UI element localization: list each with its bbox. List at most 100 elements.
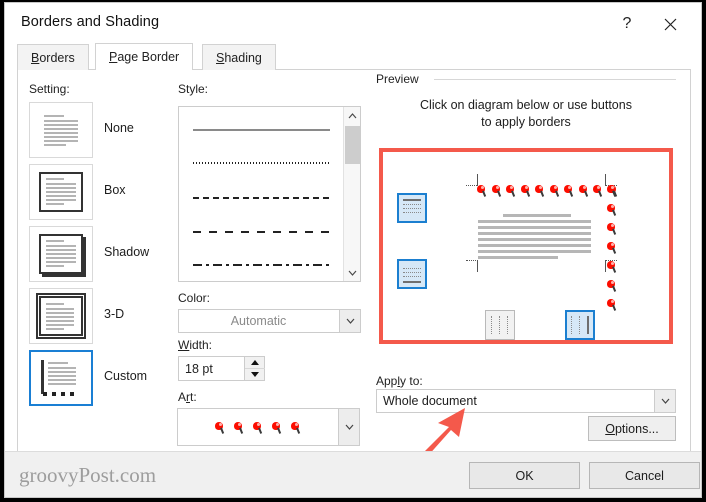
preview-title: Preview	[376, 72, 425, 86]
style-label: Style:	[178, 82, 209, 96]
page-preview-icon	[39, 110, 83, 150]
tab-borders[interactable]: Borders	[17, 44, 89, 70]
chevron-down-icon	[346, 318, 354, 324]
tab-page-border[interactable]: Page Border	[95, 43, 194, 70]
width-decrement-button[interactable]	[245, 369, 265, 381]
right-border-icon	[571, 316, 589, 334]
ok-button[interactable]: OK	[469, 462, 580, 489]
left-border-toggle-button[interactable]	[485, 310, 515, 340]
style-option-solid[interactable]	[193, 129, 330, 131]
bottom-border-toggle-button[interactable]	[397, 259, 427, 289]
width-spin-buttons[interactable]	[244, 357, 265, 381]
pushpin-icon	[564, 185, 573, 197]
pushpin-icon	[520, 185, 530, 197]
art-preview	[178, 409, 337, 445]
style-option-dotted[interactable]	[193, 162, 330, 164]
apply-to-dropdown-arrow[interactable]	[654, 390, 675, 412]
borders-and-shading-dialog: Borders and Shading ? Borders Page Borde…	[4, 2, 702, 498]
options-button[interactable]: Options...	[588, 416, 676, 441]
chevron-up-icon	[348, 112, 357, 118]
pushpin-icon	[607, 185, 616, 197]
setting-label-3d: 3-D	[104, 307, 125, 321]
art-dropdown[interactable]	[177, 408, 360, 446]
close-icon	[664, 18, 676, 30]
pushpin-icon	[506, 185, 515, 197]
spinner-down-icon	[251, 371, 259, 377]
cancel-button[interactable]: Cancel	[589, 462, 700, 489]
pushpin-icon	[234, 421, 243, 434]
preview-hint-line2: to apply borders	[481, 115, 571, 129]
width-label: Width:	[178, 338, 213, 352]
style-options[interactable]	[179, 107, 342, 281]
color-value: Automatic	[230, 314, 287, 328]
setting-thumb-box[interactable]	[29, 164, 93, 220]
page-preview-icon	[39, 234, 83, 274]
close-button[interactable]	[653, 9, 687, 39]
pushpin-icon	[491, 185, 501, 197]
scrollbar-thumb[interactable]	[345, 126, 360, 164]
scroll-down-arrow[interactable]	[344, 264, 361, 281]
tab-strip: Borders Page Border Shading	[17, 43, 691, 70]
art-label: Art:	[178, 390, 197, 404]
setting-option-box[interactable]: Box	[29, 164, 157, 220]
style-option-dashed-wide[interactable]	[193, 231, 330, 233]
pushpin-icon	[607, 280, 616, 292]
setting-option-none[interactable]: None	[29, 102, 157, 158]
style-option-dashed-fine[interactable]	[193, 197, 330, 199]
title-bar: Borders and Shading ?	[5, 3, 701, 45]
pushpin-icon	[215, 421, 224, 434]
pushpin-icon	[607, 242, 616, 254]
pushpin-icon	[477, 185, 486, 197]
art-dropdown-arrow[interactable]	[338, 409, 359, 445]
chevron-down-icon	[345, 424, 353, 430]
style-scrollbar[interactable]	[343, 107, 360, 281]
style-list[interactable]	[178, 106, 361, 282]
setting-option-3d[interactable]: 3-D	[29, 288, 157, 344]
pushpin-icon	[607, 261, 616, 273]
help-button[interactable]: ?	[612, 9, 642, 39]
page-preview-icon	[39, 172, 83, 212]
width-value: 18 pt	[185, 361, 213, 376]
pushpin-icon	[593, 185, 602, 197]
left-border-icon	[491, 316, 509, 334]
color-dropdown-arrow[interactable]	[339, 310, 360, 332]
setting-label-box: Box	[104, 183, 126, 197]
top-border-toggle-button[interactable]	[397, 193, 427, 223]
watermark: groovyPost.com	[19, 463, 157, 487]
apply-to-label: Apply to:	[376, 374, 423, 388]
setting-thumb-shadow[interactable]	[29, 226, 93, 282]
pushpin-icon	[607, 204, 616, 216]
pushpin-icon	[578, 185, 588, 197]
chevron-down-icon	[348, 270, 357, 276]
spinner-up-icon	[251, 359, 259, 365]
setting-thumb-none[interactable]	[29, 102, 93, 158]
width-spinner[interactable]: 18 pt	[178, 356, 265, 381]
dialog-title: Borders and Shading	[21, 14, 160, 30]
corner-mark-bottom-left	[466, 260, 479, 273]
setting-label-shadow: Shadow	[104, 245, 150, 259]
setting-option-custom[interactable]: Custom	[29, 350, 157, 406]
style-option-dash-dot[interactable]	[193, 264, 330, 266]
pushpin-icon	[291, 421, 300, 434]
preview-hint-line1: Click on diagram below or use buttons	[420, 98, 632, 112]
color-label: Color:	[178, 291, 211, 305]
pushpin-icon	[272, 421, 281, 434]
setting-option-shadow[interactable]: Shadow	[29, 226, 157, 282]
top-border-icon	[403, 199, 421, 217]
setting-thumb-3d[interactable]	[29, 288, 93, 344]
preview-diagram[interactable]	[379, 148, 673, 344]
preview-right-border-art	[607, 185, 616, 311]
preview-top-border-art	[477, 185, 617, 197]
dialog-footer: groovyPost.com OK Cancel	[5, 451, 701, 497]
tab-shading[interactable]: Shading	[202, 44, 276, 70]
preview-hint: Click on diagram below or use buttons to…	[376, 97, 676, 131]
scroll-up-arrow[interactable]	[344, 107, 361, 124]
width-increment-button[interactable]	[245, 357, 265, 369]
pushpin-icon	[535, 185, 544, 197]
setting-label: Setting:	[29, 82, 70, 96]
right-border-toggle-button[interactable]	[565, 310, 595, 340]
color-dropdown[interactable]: Automatic	[178, 309, 361, 333]
preview-canvas[interactable]	[383, 152, 669, 340]
pushpin-icon	[607, 299, 616, 311]
setting-thumb-custom[interactable]	[29, 350, 93, 406]
